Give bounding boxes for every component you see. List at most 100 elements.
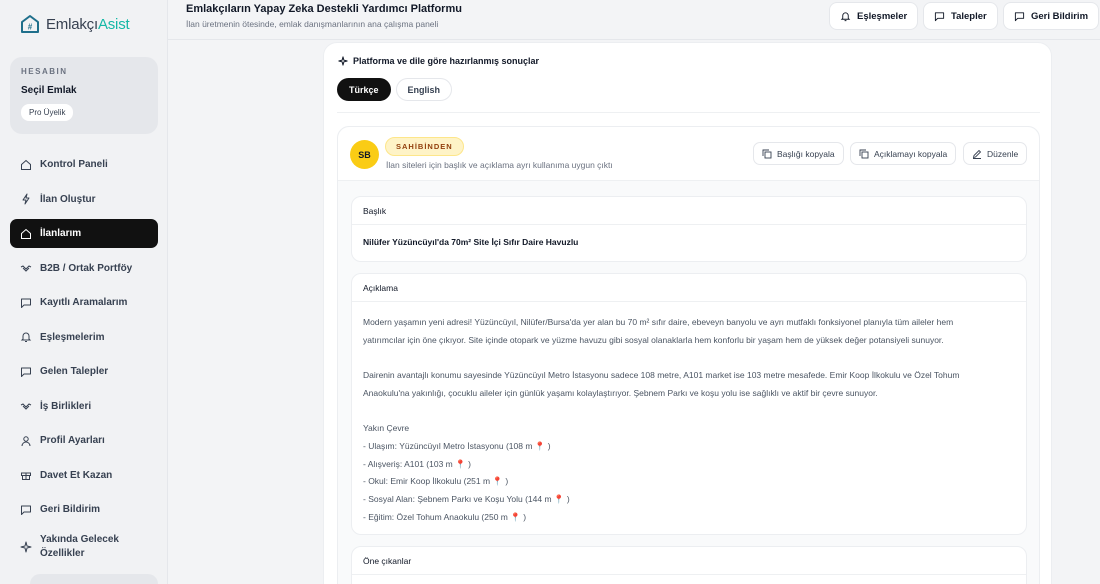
top-header: Emlakçıların Yapay Zeka Destekli Yardımc… [168, 0, 1100, 40]
description-line: - Sosyal Alan: Şebnem Parkı ve Koşu Yolu… [363, 494, 570, 504]
house-logo-icon: # [21, 15, 39, 33]
sidebar-item-invite[interactable]: Davet Et Kazan [10, 461, 158, 490]
description-line: - Okul: Emir Koop İlkokulu (251 m 📍 ) [363, 476, 509, 487]
bell-icon [840, 11, 851, 21]
account-label: HESABIN [21, 67, 68, 76]
description-line: Modern yaşamın yeni adresi! Yüzüncüyıl, … [363, 317, 954, 327]
sidebar-item-profile-settings[interactable]: Profil Ayarları [10, 426, 158, 455]
listing-description: Modern yaşamın yeni adresi! Yüzüncüyıl, … [352, 302, 1026, 526]
sidebar-item-label: Geri Bildirim [40, 504, 101, 515]
platform-badge: SAHİBİNDEN [385, 137, 464, 156]
highlights-box: Öne çıkanlar [351, 546, 1027, 584]
sidebar-item-my-matches[interactable]: Eşleşmelerim [10, 323, 158, 352]
user-icon [21, 435, 31, 446]
plan-badge: Pro Üyelik [21, 104, 74, 121]
brand-name: EmlakçıAsist [46, 15, 130, 33]
handshake-icon [20, 265, 32, 272]
platform-description: İlan siteleri için başlık ve açıklama ay… [386, 160, 613, 170]
chat-icon [1014, 11, 1025, 21]
gift-icon [21, 472, 31, 480]
sidebar-item-label: İş Birlikleri [40, 400, 92, 412]
sidebar-item-label: B2B / Ortak Portföy [40, 262, 133, 274]
sidebar-item-create-listing[interactable]: İlan Oluştur [10, 185, 158, 214]
sparkle-icon [338, 56, 348, 66]
sidebar-item-label: Davet Et Kazan [40, 469, 113, 481]
feedback-button-label: Geri Bildirim [1031, 10, 1089, 22]
sidebar-item-saved-searches[interactable]: Kayıtlı Aramalarım [10, 288, 158, 317]
platform-result: SB SAHİBİNDEN İlan siteleri için başlık … [337, 126, 1040, 584]
svg-text:#: # [28, 23, 33, 32]
brand-logo[interactable]: # EmlakçıAsist [20, 14, 130, 34]
requests-button[interactable]: Talepler [923, 2, 998, 30]
sidebar-item-incoming-requests[interactable]: Gelen Talepler [10, 357, 158, 386]
chat-icon [934, 11, 945, 21]
home-icon [21, 228, 31, 239]
description-label: Açıklama [352, 274, 1026, 302]
title-label: Başlık [352, 197, 1026, 225]
copy-description-button[interactable]: Açıklamayı kopyala [850, 142, 957, 165]
sidebar-item-label: İlanlarım [40, 228, 82, 239]
home-icon [21, 159, 31, 170]
listing-title: Nilüfer Yüzüncüyıl'da 70m² Site İçi Sıfı… [363, 237, 579, 247]
edit-label: Düzenle [987, 148, 1019, 159]
sidebar-item-label: Kayıtlı Aramalarım [40, 297, 128, 308]
sidebar-item-my-listings[interactable]: İlanlarım [10, 219, 158, 248]
title-box: Başlık Nilüfer Yüzüncüyıl'da 70m² Site İ… [351, 196, 1027, 262]
copy-icon [762, 149, 772, 158]
chat-icon [21, 298, 31, 308]
sidebar-item-label: Profil Ayarları [40, 435, 105, 446]
account-name: Seçil Emlak [21, 85, 77, 96]
sidebar-item-dashboard[interactable]: Kontrol Paneli [10, 150, 158, 179]
description-line: - Ulaşım: Yüzüncüyıl Metro İstasyonu (10… [363, 440, 551, 451]
description-line [363, 403, 1015, 421]
edit-button[interactable]: Düzenle [963, 142, 1028, 165]
sidebar-item-label: Yakında Gelecek Özellikler [40, 533, 119, 559]
description-line: Dairenin avantajlı konumu sayesinde Yüzü… [363, 370, 960, 381]
copy-title-button[interactable]: Başlığı kopyala [753, 142, 844, 165]
description-line: - Alışveriş: A101 (103 m 📍 ) [363, 458, 471, 469]
section-header: Platforma ve dile göre hazırlanmış sonuç… [338, 56, 539, 66]
description-box: Açıklama Modern yaşamın yeni adresi! Yüz… [351, 273, 1027, 535]
sidebar-item-label: Gelen Talepler [40, 366, 109, 377]
page-title: Emlakçıların Yapay Zeka Destekli Yardımc… [186, 3, 462, 15]
bolt-icon [22, 193, 30, 205]
page-subtitle: İlan üretmenin ötesinde, emlak danışmanl… [186, 19, 439, 29]
platform-avatar: SB [350, 140, 379, 169]
bell-icon [20, 332, 32, 342]
language-tabs: Türkçe English [337, 78, 453, 101]
tab-turkish[interactable]: Türkçe [337, 78, 391, 101]
result-header: SB SAHİBİNDEN İlan siteleri için başlık … [338, 127, 1039, 181]
results-card: Platforma ve dile göre hazırlanmış sonuç… [323, 42, 1052, 584]
matches-button[interactable]: Eşleşmeler [829, 2, 919, 30]
description-line: - Eğitim: Özel Tohum Anaokulu (250 m 📍 ) [363, 511, 527, 522]
chat-icon [21, 505, 31, 515]
feedback-button[interactable]: Geri Bildirim [1003, 2, 1100, 30]
sidebar: # EmlakçıAsist HESABIN Seçil Emlak Pro Ü… [0, 0, 168, 584]
account-card: HESABIN Seçil Emlak Pro Üyelik [10, 57, 158, 134]
sidebar-item-label: Kontrol Paneli [40, 159, 108, 170]
tab-english[interactable]: English [395, 78, 453, 101]
copy-title-label: Başlığı kopyala [777, 148, 835, 159]
divider [337, 112, 1040, 113]
sidebar-item-b2b[interactable]: B2B / Ortak Portföy [10, 254, 158, 283]
handshake-icon [20, 403, 32, 410]
sidebar-nav: Kontrol Paneli İlan Oluştur İlanlarım B2… [10, 150, 158, 569]
sidebar-item-collaborations[interactable]: İş Birlikleri [10, 392, 158, 421]
pencil-icon [972, 149, 982, 159]
description-line [363, 349, 1015, 367]
copy-description-label: Açıklamayı kopyala [874, 148, 948, 159]
highlights-label: Öne çıkanlar [352, 547, 1026, 575]
sparkle-icon [20, 541, 32, 552]
sidebar-item-feedback[interactable]: Geri Bildirim [10, 495, 158, 524]
matches-button-label: Eşleşmeler [857, 10, 908, 22]
sidebar-item-label: İlan Oluştur [40, 193, 96, 205]
description-line: Yakın Çevre [363, 423, 410, 434]
requests-button-label: Talepler [951, 10, 987, 22]
sidebar-item-coming-soon[interactable]: Yakında Gelecek Özellikler [10, 530, 158, 564]
section-title: Platforma ve dile göre hazırlanmış sonuç… [353, 56, 540, 66]
copy-icon [859, 149, 869, 158]
description-line: yatırımcılar için öne çıkıyor. Site için… [363, 334, 944, 345]
sidebar-item-label: Eşleşmelerim [40, 331, 105, 343]
sidebar-bottom-card [30, 574, 158, 584]
chat-icon [21, 367, 31, 377]
